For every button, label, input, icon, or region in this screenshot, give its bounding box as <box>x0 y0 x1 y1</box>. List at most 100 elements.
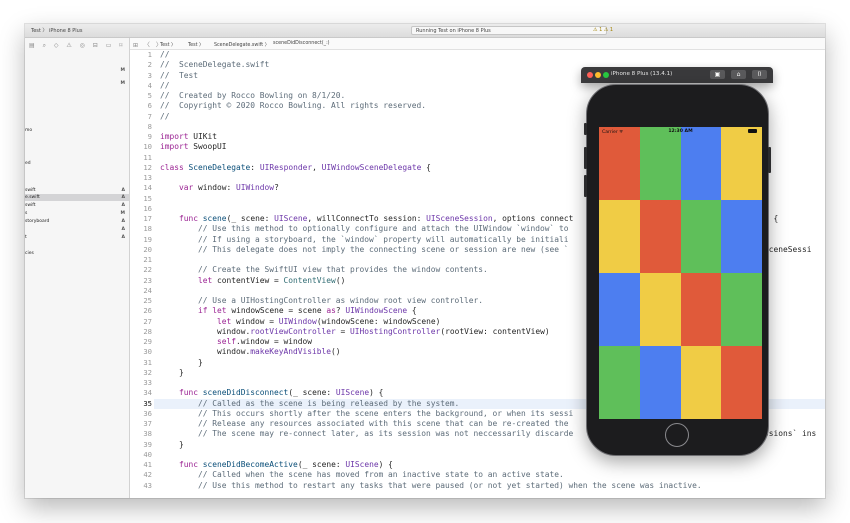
line-number: 7 <box>147 111 152 121</box>
line-number: 4 <box>147 80 152 90</box>
line-number: 1 <box>147 50 152 59</box>
grid-cell-red[interactable] <box>721 346 762 419</box>
navigator-file-row[interactable]: sM <box>25 210 129 217</box>
close-button[interactable] <box>587 72 593 78</box>
breadcrumb-project[interactable]: Test 〉 <box>160 41 176 48</box>
rotate-icon[interactable]: ⌷ <box>752 70 767 79</box>
grid-cell-red[interactable] <box>680 273 722 347</box>
source-control-badge: M <box>120 81 125 86</box>
line-number: 16 <box>143 203 152 213</box>
line-number: 12 <box>143 162 152 172</box>
toolbar: Test 〉 iPhone 8 Plus Running Test on iPh… <box>25 24 825 38</box>
grid-cell-yellow[interactable] <box>639 273 681 347</box>
line-number: 8 <box>147 121 152 131</box>
source-control-badge: M <box>120 68 125 73</box>
code-line[interactable]: // Use this method to restart any tasks … <box>160 481 825 491</box>
source-control-badge: A <box>121 195 125 200</box>
navigator-file-row[interactable]: mo <box>25 127 129 134</box>
line-number: 18 <box>143 224 152 234</box>
line-number: 30 <box>143 347 152 357</box>
home-button[interactable] <box>665 423 689 447</box>
file-name-label: mo <box>25 128 33 133</box>
simulator-titlebar: iPhone 8 Plus (13.4.1) ▣ ⌂ ⌷ <box>581 67 773 83</box>
grid-cell-yellow[interactable] <box>599 200 641 274</box>
navigator-file-row[interactable]: cies <box>25 250 129 257</box>
code-line[interactable]: // Called when the scene has moved from … <box>160 470 825 480</box>
grid-cell-blue[interactable] <box>721 200 762 274</box>
grid-cell-red[interactable] <box>639 200 681 274</box>
minimize-button[interactable] <box>595 72 601 78</box>
line-number: 13 <box>143 173 152 182</box>
file-name-label: swift <box>25 188 36 193</box>
warning-icon[interactable]: ⚠ 1 ⚠ 1 <box>593 27 613 33</box>
line-number: 43 <box>143 480 152 490</box>
breadcrumb-group[interactable]: Test 〉 <box>188 41 204 48</box>
line-number: 32 <box>143 367 152 377</box>
ios-status-bar: Carrier ᯤ 12:30 AM <box>599 127 762 135</box>
battery-icon <box>748 129 757 133</box>
line-number: 15 <box>143 193 152 203</box>
grid-cell-red[interactable] <box>599 127 641 201</box>
line-number: 25 <box>143 296 152 305</box>
jump-bar: ⊞ 〈 〉 Test 〉 Test 〉 SceneDelegate.swift … <box>130 38 825 50</box>
navigator-file-row[interactable]: ed <box>25 160 129 167</box>
grid-cell-green[interactable] <box>639 127 681 201</box>
navigator-tab-icons[interactable]: ▤ ⌕ ◇ ⚠ ◎ ⊟ ▭ ⌑ <box>29 42 125 50</box>
line-number: 29 <box>143 337 152 346</box>
grid-cell-yellow[interactable] <box>680 346 722 419</box>
file-name-label: e.swift <box>25 195 40 200</box>
grid-cell-blue[interactable] <box>680 127 722 201</box>
source-control-badge: A <box>121 219 125 224</box>
breadcrumb-file[interactable]: SceneDelegate.swift 〉 <box>214 41 269 48</box>
grid-cell-green[interactable] <box>721 273 762 347</box>
line-number: 31 <box>143 357 152 367</box>
grid-cell-yellow[interactable] <box>721 127 762 201</box>
line-number: 35 <box>143 398 152 408</box>
line-number: 42 <box>143 470 152 480</box>
line-number: 23 <box>143 275 152 285</box>
navigator-file-row[interactable]: M <box>25 67 129 74</box>
color-grid[interactable] <box>599 127 762 419</box>
grid-cell-blue[interactable] <box>599 273 641 347</box>
navigator-file-row[interactable]: swift A <box>25 187 129 194</box>
file-name-label: storyboard <box>25 219 50 224</box>
line-number: 14 <box>143 183 152 193</box>
code-line[interactable]: // <box>160 50 825 60</box>
navigator-file-row[interactable]: tA <box>25 234 129 241</box>
line-number: 20 <box>143 244 152 254</box>
scheme-selector[interactable]: Test 〉 iPhone 8 Plus <box>31 27 82 34</box>
navigator-file-row[interactable]: A <box>25 226 129 233</box>
grid-cell-green[interactable] <box>680 200 722 274</box>
navigator-file-row[interactable]: e.swift A <box>25 194 129 201</box>
line-number: 37 <box>143 419 152 428</box>
device-screen[interactable]: Carrier ᯤ 12:30 AM <box>599 127 762 419</box>
navigator-file-row[interactable]: swift A <box>25 202 129 209</box>
grid-cell-blue[interactable] <box>639 346 681 419</box>
breadcrumb-symbol[interactable]: sceneDidDisconnect(_:) <box>273 41 330 46</box>
zoom-button[interactable] <box>603 72 609 78</box>
file-name-label: cies <box>25 251 34 256</box>
iphone-device-frame: Carrier ᯤ 12:30 AM <box>584 84 771 456</box>
screenshot-icon[interactable]: ▣ <box>710 70 725 79</box>
file-name-label: t <box>25 235 27 240</box>
line-number: 34 <box>143 388 152 398</box>
source-control-badge: A <box>121 188 125 193</box>
grid-cell-green[interactable] <box>599 346 641 419</box>
source-control-badge: A <box>121 227 125 232</box>
clock-label: 12:30 AM <box>668 128 693 134</box>
power-button <box>768 147 771 173</box>
line-number: 9 <box>147 132 152 141</box>
home-icon[interactable]: ⌂ <box>731 70 746 79</box>
line-number: 21 <box>143 255 152 264</box>
line-number: 38 <box>143 429 152 439</box>
simulator-window: iPhone 8 Plus (13.4.1) ▣ ⌂ ⌷ Carrier ᯤ 1… <box>581 67 773 462</box>
line-number: 39 <box>143 439 152 449</box>
navigator-file-row[interactable]: storyboard A <box>25 218 129 225</box>
line-number: 19 <box>143 234 152 244</box>
navigator-file-row[interactable]: M <box>25 80 129 87</box>
line-number: 27 <box>143 316 152 326</box>
line-number: 26 <box>143 306 152 316</box>
line-number: 17 <box>143 214 152 223</box>
volume-up-button <box>584 147 587 169</box>
source-control-badge: M <box>120 211 125 216</box>
